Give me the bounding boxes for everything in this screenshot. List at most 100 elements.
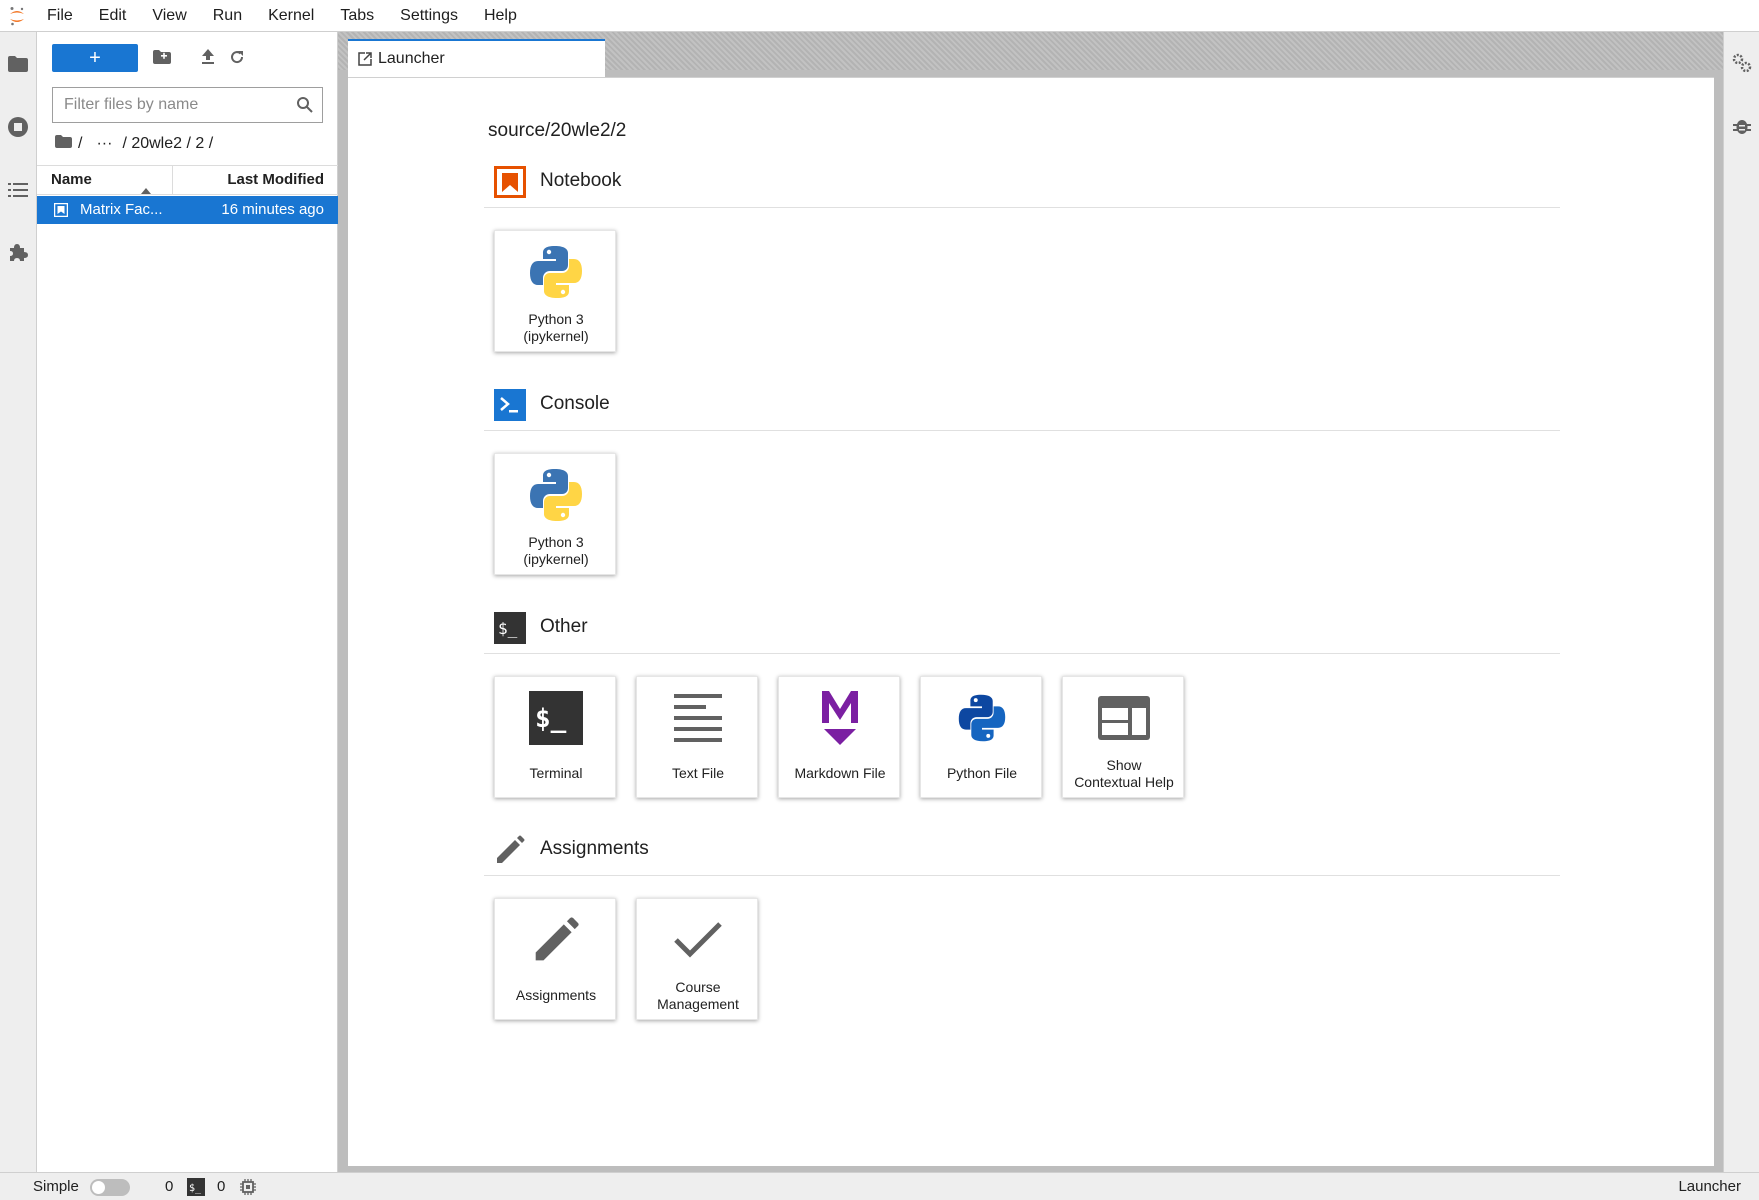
breadcrumb-home-folder-icon[interactable] [55, 135, 72, 153]
card-label-line1: Python 3 [528, 534, 584, 550]
menu-run[interactable]: Run [200, 0, 255, 32]
column-name-label: Name [51, 171, 92, 188]
status-active-item: Launcher [1678, 1178, 1741, 1195]
section-header: Assignments [484, 828, 1560, 876]
launcher-card-console-python3[interactable]: Python 3 (ipykernel) [494, 453, 616, 575]
jupyter-logo-icon [0, 0, 34, 32]
launcher-card-python-file[interactable]: Python File [920, 676, 1042, 798]
launcher-tab-icon [358, 52, 372, 66]
menu-settings[interactable]: Settings [387, 0, 471, 32]
card-label: Markdown File [794, 765, 886, 781]
section-title: Assignments [540, 838, 649, 859]
menu-edit[interactable]: Edit [86, 0, 140, 32]
terminal-status-icon: $_ [187, 1178, 205, 1196]
card-label: Text File [671, 765, 725, 781]
card-label: Course Management [637, 979, 759, 1013]
notebook-file-icon [53, 202, 69, 218]
pencil-icon [526, 909, 586, 971]
launcher-card-text-file[interactable]: Text File [636, 676, 758, 798]
terminal-icon: $_ [526, 687, 586, 749]
section-header: $_ Other [484, 606, 1560, 654]
simple-mode-toggle[interactable] [90, 1179, 130, 1196]
launcher-card-course-management[interactable]: Course Management [636, 898, 758, 1020]
python-file-icon [952, 687, 1012, 749]
file-name: Matrix Fac... [80, 201, 163, 218]
tab-bar: Launcher [338, 32, 1723, 77]
checkmark-icon [668, 909, 728, 971]
svg-text:$_: $_ [498, 619, 518, 638]
launcher-card-contextual-help[interactable]: Show Contextual Help [1062, 676, 1184, 798]
refresh-icon[interactable] [226, 46, 248, 68]
svg-text:$_: $_ [189, 1183, 202, 1194]
card-label-line2: (ipykernel) [523, 328, 589, 344]
file-list-header: Name Last Modified [37, 165, 338, 195]
file-browser-panel: + / ··· / 20wle2 / 2 / Name L [37, 32, 338, 1172]
status-bar: Simple 0 $_ 0 Launcher [0, 1172, 1759, 1200]
launcher-card-markdown-file[interactable]: Markdown File [778, 676, 900, 798]
terminal-section-icon: $_ [494, 612, 526, 644]
cpu-icon [239, 1178, 257, 1196]
debugger-bug-icon[interactable] [1731, 115, 1753, 137]
new-folder-icon[interactable] [151, 46, 173, 68]
launcher-card-terminal[interactable]: $_ Terminal [494, 676, 616, 798]
section-title: Other [540, 616, 588, 637]
menu-tabs[interactable]: Tabs [327, 0, 387, 32]
right-sidebar-tabs [1723, 32, 1759, 1172]
pencil-section-icon [494, 834, 526, 866]
menubar: File Edit View Run Kernel Tabs Settings … [0, 0, 1759, 32]
menu-file[interactable]: File [34, 0, 86, 32]
tab-launcher[interactable]: Launcher [348, 39, 605, 77]
table-of-contents-icon[interactable] [0, 170, 36, 210]
breadcrumb-root-separator: / [78, 135, 83, 152]
svg-text:$_: $_ [535, 704, 567, 734]
card-label-line1: Course [675, 979, 721, 995]
property-inspector-gears-icon[interactable] [1731, 52, 1753, 74]
folder-icon[interactable] [0, 44, 36, 84]
file-list-item[interactable]: Matrix Fac... 16 minutes ago [37, 196, 338, 224]
left-sidebar-tabs [0, 32, 37, 1172]
extensions-puzzle-icon[interactable] [0, 232, 36, 272]
card-label-line1: Show [1106, 757, 1142, 773]
simple-mode-label: Simple [33, 1178, 79, 1195]
python-logo-icon [526, 464, 586, 526]
card-label: Python 3 (ipykernel) [495, 311, 617, 345]
launcher-card-notebook-python3[interactable]: Python 3 (ipykernel) [494, 230, 616, 352]
breadcrumb-ellipsis[interactable]: ··· [96, 135, 112, 153]
upload-icon[interactable] [197, 46, 219, 68]
card-label-line2: Management [657, 996, 739, 1012]
contextual-help-icon [1094, 687, 1154, 749]
section-title: Notebook [540, 170, 622, 191]
card-label-line2: Contextual Help [1074, 774, 1174, 790]
card-label: Assignments [515, 987, 597, 1003]
card-label: Terminal [529, 765, 583, 781]
menu-help[interactable]: Help [471, 0, 530, 32]
main-dock-area: Launcher source/20wle2/2 Notebook Python… [338, 32, 1723, 1172]
column-header-last-modified[interactable]: Last Modified [227, 166, 324, 194]
running-sessions-icon[interactable] [0, 107, 36, 147]
terminal-count[interactable]: 0 [217, 1178, 225, 1195]
column-header-name[interactable]: Name [37, 166, 173, 194]
file-browser-toolbar: + [37, 32, 338, 82]
section-title: Console [540, 393, 610, 414]
section-header: Notebook [484, 160, 1560, 208]
menu-view[interactable]: View [139, 0, 199, 32]
new-launcher-button[interactable]: + [52, 44, 138, 72]
breadcrumb-path[interactable]: / 20wle2 / 2 / [122, 135, 213, 153]
notebook-section-icon [494, 166, 526, 198]
tab-launcher-label: Launcher [378, 50, 445, 67]
search-icon [296, 96, 314, 114]
card-label: Python 3 (ipykernel) [495, 534, 617, 568]
card-label-line2: (ipykernel) [523, 551, 589, 567]
filter-box [52, 87, 323, 123]
text-file-icon [668, 687, 728, 749]
markdown-icon [810, 687, 870, 749]
kernel-count[interactable]: 0 [165, 1178, 173, 1195]
breadcrumb: / ··· / 20wle2 / 2 / [55, 132, 219, 156]
section-header: Console [484, 383, 1560, 431]
card-label-line1: Python 3 [528, 311, 584, 327]
filter-files-input[interactable] [53, 88, 293, 122]
launcher-panel: source/20wle2/2 Notebook Python 3 (ipyke… [348, 77, 1714, 1166]
menu-kernel[interactable]: Kernel [255, 0, 327, 32]
launcher-card-assignments[interactable]: Assignments [494, 898, 616, 1020]
file-last-modified: 16 minutes ago [221, 201, 324, 218]
